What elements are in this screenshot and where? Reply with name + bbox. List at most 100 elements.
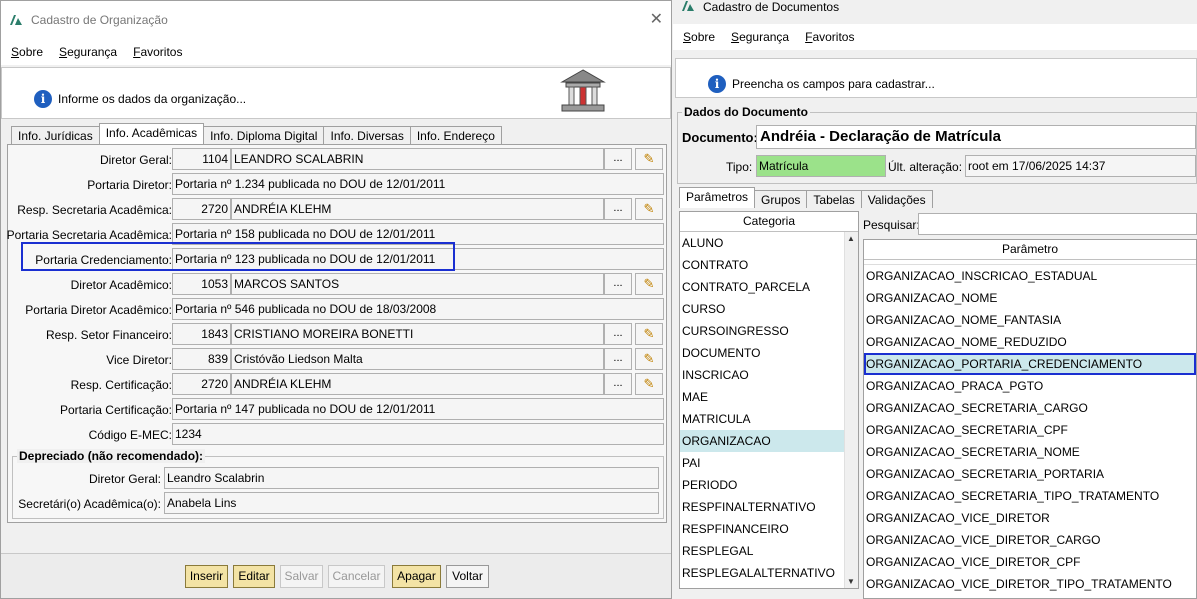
diretor-academico-name[interactable]: MARCOS SANTOS — [231, 273, 604, 295]
categoria-item[interactable]: INSCRICAO — [680, 364, 858, 386]
parametro-item[interactable]: ORGANIZACAO_SECRETARIA_CPF — [864, 419, 1196, 441]
editar-button[interactable]: Editar — [233, 565, 275, 588]
resp-certificacao-code[interactable]: 2720 — [172, 373, 231, 395]
categoria-scrollbar[interactable]: ▲ ▼ — [844, 232, 858, 588]
categoria-item[interactable]: RESPLEGAL — [680, 540, 858, 562]
parametro-item[interactable]: ORGANIZACAO_PORTARIA_CREDENCIAMENTO — [864, 353, 1196, 375]
diretor-academico-search-button[interactable]: ... — [604, 273, 632, 295]
cancelar-button[interactable]: Cancelar — [328, 565, 385, 588]
categoria-item[interactable]: MAE — [680, 386, 858, 408]
portaria-secretaria-label: Portaria Secretaria Acadêmica: — [6, 228, 172, 242]
dep-secretaria-field[interactable]: Anabela Lins — [164, 492, 659, 514]
categoria-item[interactable]: CONTRATO — [680, 254, 858, 276]
parametro-header: Parâmetro — [864, 240, 1196, 260]
parametro-item[interactable]: ORGANIZACAO_SECRETARIA_NOME — [864, 441, 1196, 463]
parametro-item[interactable]: ORGANIZACAO_VICE_DIRETOR_CARGO — [864, 529, 1196, 551]
voltar-button[interactable]: Voltar — [446, 565, 489, 588]
categoria-item[interactable]: RESPFINALTERNATIVO — [680, 496, 858, 518]
vice-diretor-code[interactable]: 839 — [172, 348, 231, 370]
tab-tabelas[interactable]: Tabelas — [806, 190, 862, 208]
scroll-up-icon[interactable]: ▲ — [847, 234, 855, 243]
resp-certificacao-search-button[interactable]: ... — [604, 373, 632, 395]
categoria-item[interactable]: ALUNO — [680, 232, 858, 254]
resp-setor-financeiro-edit-icon[interactable]: ✎ — [635, 323, 663, 345]
salvar-button[interactable]: Salvar — [280, 565, 323, 588]
apagar-button[interactable]: Apagar — [392, 565, 441, 588]
portaria-diretor-academico-field[interactable]: Portaria nº 546 publicada no DOU de 18/0… — [172, 298, 664, 320]
menu-favoritos[interactable]: Favoritos — [125, 45, 190, 59]
tab-diversas[interactable]: Info. Diversas — [323, 126, 411, 144]
ult-alteracao-field[interactable]: root em 17/06/2025 14:37 — [965, 155, 1196, 177]
parametro-item[interactable]: ORGANIZACAO_VICE_DIRETOR_TIPO_TRATAMENTO — [864, 573, 1196, 595]
resp-secretaria-code[interactable]: 2720 — [172, 198, 231, 220]
resp-setor-financeiro-code[interactable]: 1843 — [172, 323, 231, 345]
diretor-academico-edit-icon[interactable]: ✎ — [635, 273, 663, 295]
inserir-button[interactable]: Inserir — [185, 565, 228, 588]
codigo-emec-field[interactable]: 1234 — [172, 423, 664, 445]
resp-secretaria-edit-icon[interactable]: ✎ — [635, 198, 663, 220]
resp-certificacao-name[interactable]: ANDRÉIA KLEHM — [231, 373, 604, 395]
tab-grupos[interactable]: Grupos — [754, 190, 808, 208]
parametro-item[interactable]: ORGANIZACAO_SECRETARIA_PORTARIA — [864, 463, 1196, 485]
parametro-items: ORGANIZACAO_INSCRICAO_ESTADUAL ORGANIZACA… — [864, 265, 1196, 595]
window-title: Cadastro de Documentos — [703, 0, 840, 14]
resp-secretaria-name[interactable]: ANDRÉIA KLEHM — [231, 198, 604, 220]
diretor-geral-edit-icon[interactable]: ✎ — [635, 148, 663, 170]
categoria-item[interactable]: ORGANIZACAO — [680, 430, 858, 452]
parametro-item[interactable]: ORGANIZACAO_NOME_FANTASIA — [864, 309, 1196, 331]
documento-field[interactable]: Andréia - Declaração de Matrícula — [756, 125, 1196, 149]
tab-diploma-digital[interactable]: Info. Diploma Digital — [203, 126, 325, 144]
pesquisar-input[interactable] — [918, 213, 1197, 235]
diretor-geral-name[interactable]: LEANDRO SCALABRIN — [231, 148, 604, 170]
diretor-geral-code[interactable]: 1104 — [172, 148, 231, 170]
categoria-item[interactable]: RESPFINANCEIRO — [680, 518, 858, 540]
resp-certificacao-label: Resp. Certificação: — [70, 378, 172, 392]
parametro-item[interactable]: ORGANIZACAO_VICE_DIRETOR_CPF — [864, 551, 1196, 573]
parametro-item[interactable]: ORGANIZACAO_NOME — [864, 287, 1196, 309]
vice-diretor-search-button[interactable]: ... — [604, 348, 632, 370]
scroll-down-icon[interactable]: ▼ — [847, 577, 855, 586]
parametro-item[interactable]: ORGANIZACAO_SECRETARIA_CARGO — [864, 397, 1196, 419]
resp-certificacao-edit-icon[interactable]: ✎ — [635, 373, 663, 395]
portaria-certificacao-field[interactable]: Portaria nº 147 publicada no DOU de 12/0… — [172, 398, 664, 420]
organizacao-window: Cadastro de Organização ✕ Sobre Seguranç… — [0, 0, 672, 599]
vice-diretor-edit-icon[interactable]: ✎ — [635, 348, 663, 370]
parametro-item[interactable]: ORGANIZACAO_VICE_DIRETOR — [864, 507, 1196, 529]
menu-seguranca[interactable]: Segurança — [723, 30, 797, 44]
parametro-item[interactable]: ORGANIZACAO_NOME_REDUZIDO — [864, 331, 1196, 353]
tab-validacoes[interactable]: Validações — [860, 190, 933, 208]
tab-endereco[interactable]: Info. Endereço — [409, 126, 502, 144]
diretor-academico-code[interactable]: 1053 — [172, 273, 231, 295]
categoria-item[interactable]: CURSO — [680, 298, 858, 320]
vice-diretor-name[interactable]: Cristóvão Liedson Malta — [231, 348, 604, 370]
categoria-item[interactable]: MATRICULA — [680, 408, 858, 430]
close-icon[interactable]: ✕ — [650, 12, 663, 28]
resp-setor-financeiro-search-button[interactable]: ... — [604, 323, 632, 345]
tab-juridicas[interactable]: Info. Jurídicas — [11, 126, 100, 144]
resp-setor-financeiro-name[interactable]: CRISTIANO MOREIRA BONETTI — [231, 323, 604, 345]
menu-bar: Sobre Segurança Favoritos — [673, 24, 1197, 50]
tab-parametros[interactable]: Parâmetros — [679, 187, 756, 208]
categoria-item[interactable]: PERIODO — [680, 474, 858, 496]
categoria-item[interactable]: PAI — [680, 452, 858, 474]
tab-academicas[interactable]: Info. Acadêmicas — [98, 123, 205, 144]
parametro-list[interactable]: Parâmetro ORGANIZACAO_INSCRICAO_ESTADUAL… — [863, 239, 1197, 599]
dep-diretor-geral-field[interactable]: Leandro Scalabrin — [164, 467, 659, 489]
menu-seguranca[interactable]: Segurança — [51, 45, 125, 59]
categoria-item[interactable]: RESPLEGALALTERNATIVO — [680, 562, 858, 584]
categoria-item[interactable]: CONTRATO_PARCELA — [680, 276, 858, 298]
categoria-item[interactable]: DOCUMENTO — [680, 342, 858, 364]
resp-secretaria-search-button[interactable]: ... — [604, 198, 632, 220]
categoria-list[interactable]: Categoria ALUNO CONTRATO CONTRATO_PARCELA C… — [679, 211, 859, 589]
diretor-geral-search-button[interactable]: ... — [604, 148, 632, 170]
resp-secretaria-label: Resp. Secretaria Acadêmica: — [17, 203, 172, 217]
parametro-item[interactable]: ORGANIZACAO_INSCRICAO_ESTADUAL — [864, 265, 1196, 287]
menu-sobre[interactable]: Sobre — [3, 45, 51, 59]
parametro-item[interactable]: ORGANIZACAO_PRACA_PGTO — [864, 375, 1196, 397]
tipo-field[interactable]: Matrícula — [756, 155, 886, 177]
categoria-item[interactable]: CURSOINGRESSO — [680, 320, 858, 342]
parametro-item[interactable]: ORGANIZACAO_SECRETARIA_TIPO_TRATAMENTO — [864, 485, 1196, 507]
menu-sobre[interactable]: Sobre — [675, 30, 723, 44]
menu-favoritos[interactable]: Favoritos — [797, 30, 862, 44]
portaria-diretor-field[interactable]: Portaria nº 1.234 publicada no DOU de 12… — [172, 173, 664, 195]
